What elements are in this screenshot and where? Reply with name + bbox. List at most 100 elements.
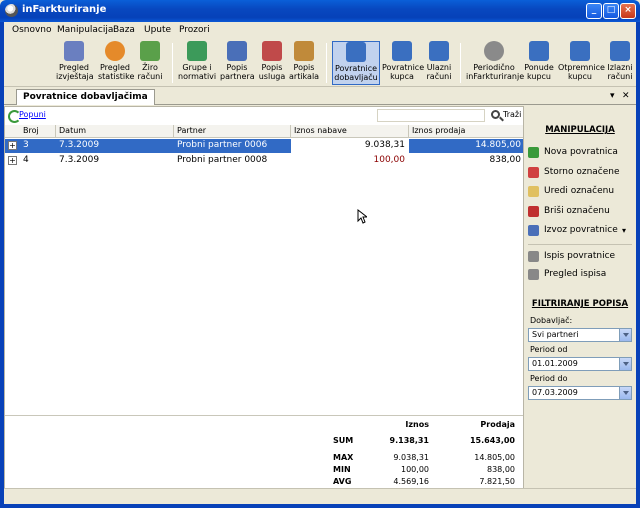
- ponude-kupcu-button[interactable]: Ponude kupcu: [524, 41, 554, 81]
- toolbar-separator: [172, 43, 173, 83]
- window-title: inFarkturiranje: [22, 4, 107, 15]
- ziro-racuni-button[interactable]: Žiro računi: [136, 41, 164, 81]
- truck-icon: [529, 41, 549, 61]
- chevron-down-icon[interactable]: [619, 329, 631, 341]
- maximize-button[interactable]: □: [603, 3, 619, 19]
- save-icon: [528, 225, 539, 236]
- tool-label: Popis: [261, 63, 283, 72]
- grid-panel: Popuni Traži Broj Datum Partner Iznos na…: [4, 106, 524, 489]
- column-iznos-prodaja[interactable]: Iznos prodaja: [412, 126, 465, 135]
- cell-partner: Probni partner 0008: [177, 155, 268, 165]
- column-separator[interactable]: [408, 125, 409, 138]
- tool-label: izvještaja: [56, 72, 94, 81]
- izlazni-racuni-button[interactable]: Izlazni računi: [604, 41, 636, 81]
- menu-manipulacija[interactable]: Manipulacija: [57, 25, 113, 35]
- tool-label: Žiro: [142, 63, 158, 72]
- minimize-button[interactable]: _: [586, 3, 602, 19]
- ulazni-racuni-button[interactable]: Ulazni računi: [424, 41, 454, 81]
- search-label[interactable]: Traži: [503, 110, 521, 119]
- window-border-right: [636, 22, 640, 508]
- uredi-oznacenu-action[interactable]: Uredi označenu: [528, 185, 614, 199]
- period-from-select[interactable]: 01.01.2009: [528, 357, 632, 371]
- period-to-select[interactable]: 07.03.2009: [528, 386, 632, 400]
- chevron-down-icon[interactable]: ▾: [622, 226, 626, 235]
- menu-osnovno[interactable]: Osnovno: [12, 25, 52, 35]
- cancel-icon: [528, 167, 539, 178]
- chevron-down-icon[interactable]: [619, 358, 631, 370]
- expand-icon[interactable]: +: [8, 141, 17, 150]
- summary-header-iznos: Iznos: [405, 420, 429, 429]
- menu-upute[interactable]: Upute: [144, 25, 171, 35]
- mouse-cursor-icon: [357, 209, 367, 224]
- tool-label: partnera: [220, 72, 255, 81]
- toolbar: Pregled izvještaja Pregled statistike Ži…: [4, 39, 636, 87]
- search-input[interactable]: [377, 109, 485, 122]
- period-to-value: 07.03.2009: [532, 388, 578, 397]
- chevron-down-icon[interactable]: ▾: [610, 91, 615, 101]
- popis-usluga-button[interactable]: Popis usluga: [257, 41, 287, 81]
- menu-baza[interactable]: Baza: [113, 25, 135, 35]
- title-bar[interactable]: inFarkturiranje _ □ ×: [0, 0, 640, 22]
- cell-broj: 3: [23, 140, 29, 150]
- popis-partnera-button[interactable]: Popis partnera: [220, 41, 255, 81]
- popis-artikala-button[interactable]: Popis artikala: [289, 41, 319, 81]
- delete-icon: [528, 206, 539, 217]
- supplier-select[interactable]: Svi partneri: [528, 328, 632, 342]
- action-label: Izvoz povratnice: [544, 225, 618, 235]
- cell-datum: 7.3.2009: [59, 140, 100, 150]
- status-bar: [4, 488, 636, 504]
- pregled-ispisa-action[interactable]: Pregled ispisa: [528, 268, 606, 282]
- max-label: MAX: [333, 453, 354, 462]
- toolbar-separator: [326, 43, 327, 83]
- menu-prozori[interactable]: Prozori: [179, 25, 210, 35]
- edit-icon: [528, 186, 539, 197]
- tool-label: statistike: [98, 72, 135, 81]
- column-broj[interactable]: Broj: [23, 126, 39, 135]
- min-label: MIN: [333, 465, 351, 474]
- table-row[interactable]: + 3 7.3.2009 Probni partner 0006 9.038,3…: [5, 139, 523, 153]
- summary-header-prodaja: Prodaja: [480, 420, 515, 429]
- action-label: Pregled ispisa: [544, 269, 607, 279]
- tool-label: kupcu: [567, 72, 592, 81]
- tab-povratnice-dobavljacima[interactable]: Povratnice dobavljačima: [16, 89, 155, 105]
- column-iznos-nabave[interactable]: Iznos nabave: [294, 126, 347, 135]
- sum-label: SUM: [333, 436, 354, 445]
- tool-label: Periodično: [473, 63, 515, 72]
- document-tab-strip: Povratnice dobavljačima ▾ ✕: [4, 88, 636, 105]
- column-partner[interactable]: Partner: [177, 126, 206, 135]
- period-from-value: 01.01.2009: [532, 359, 578, 368]
- column-separator[interactable]: [290, 125, 291, 138]
- storno-oznacene-action[interactable]: Storno označene: [528, 166, 620, 180]
- sum-iznos: 9.138,31: [389, 436, 429, 445]
- grupe-normativi-button[interactable]: Grupe i normativi: [178, 41, 216, 81]
- brisi-oznacenu-action[interactable]: Briši označenu: [528, 205, 610, 219]
- nova-povratnica-action[interactable]: Nova povratnica: [528, 146, 618, 160]
- max-iznos: 9.038,31: [393, 453, 429, 462]
- povratnice-kupca-button[interactable]: Povratnice kupca: [382, 41, 424, 81]
- izvoz-povratnice-action[interactable]: Izvoz povratnice: [528, 224, 618, 238]
- ispis-povratnice-action[interactable]: Ispis povratnice: [528, 250, 615, 264]
- max-prodaja: 14.805,00: [474, 453, 515, 462]
- refresh-link[interactable]: Popuni: [8, 110, 46, 123]
- report-icon: [64, 41, 84, 61]
- column-separator[interactable]: [55, 125, 56, 138]
- periodicno-infarkturiranje-button[interactable]: Periodično inFarkturiranje: [466, 41, 524, 81]
- search-icon[interactable]: [491, 110, 500, 119]
- pregled-izvjestaja-button[interactable]: Pregled izvještaja: [56, 41, 94, 81]
- column-separator[interactable]: [173, 125, 174, 138]
- chevron-down-icon[interactable]: [619, 387, 631, 399]
- povratnice-dobavljacu-button[interactable]: Povratnice dobavljaču: [332, 41, 380, 85]
- services-icon: [262, 41, 282, 61]
- action-label: Ispis povratnice: [544, 251, 616, 261]
- table-row[interactable]: + 4 7.3.2009 Probni partner 0008 100,00 …: [5, 154, 523, 168]
- close-button[interactable]: ×: [620, 3, 636, 19]
- close-tab-icon[interactable]: ✕: [622, 91, 630, 101]
- cell-iznos-prodaja: 14.805,00: [475, 140, 521, 150]
- column-datum[interactable]: Datum: [59, 126, 86, 135]
- pregled-statistike-button[interactable]: Pregled statistike: [98, 41, 135, 81]
- otpremnice-kupcu-button[interactable]: Otpremnice kupcu: [558, 41, 605, 81]
- toolbar-separator: [460, 43, 461, 83]
- expand-icon[interactable]: +: [8, 156, 17, 165]
- sum-prodaja: 15.643,00: [469, 436, 515, 445]
- avg-label: AVG: [333, 477, 352, 486]
